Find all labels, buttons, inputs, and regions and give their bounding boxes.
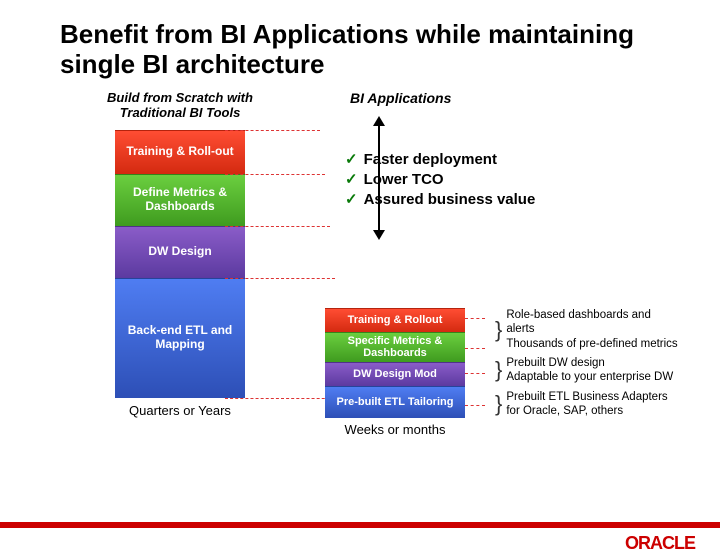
left-stack: Training & Roll-out Define Metrics & Das…	[115, 130, 245, 398]
check-icon: ✓	[345, 171, 358, 188]
footer-bar	[0, 522, 720, 528]
right-stack: Training & Rollout Specific Metrics & Da…	[325, 308, 465, 418]
dashed-line	[225, 174, 325, 175]
desc-item: Prebuilt ETL Business Adapters for Oracl…	[506, 390, 680, 419]
block-sm-training: Training & Rollout	[325, 308, 465, 332]
block-etl: Back-end ETL and Mapping	[115, 278, 245, 398]
benefit-item: ✓Faster deployment	[345, 150, 535, 170]
desc-item: Role-based dashboards and alerts	[506, 308, 680, 337]
right-header: BI Applications	[350, 90, 680, 106]
oracle-logo: ORACLE	[625, 533, 695, 554]
dashed-line	[465, 318, 485, 319]
block-dw: DW Design	[115, 226, 245, 278]
benefit-item: ✓Assured business value	[345, 190, 535, 210]
footer: ORACLE	[0, 520, 720, 560]
dashed-line	[465, 405, 485, 406]
dashed-line	[225, 130, 320, 131]
benefit-item: ✓Lower TCO	[345, 170, 535, 190]
dashed-line	[465, 348, 485, 349]
column-right: BI Applications ✓Faster deployment ✓Lowe…	[320, 90, 680, 106]
page-title: Benefit from BI Applications while maint…	[60, 20, 680, 80]
left-header: Build from Scratch with Traditional BI T…	[80, 90, 280, 121]
block-sm-metrics: Specific Metrics & Dashboards	[325, 332, 465, 362]
desc-item: Thousands of pre-defined metrics	[506, 337, 680, 351]
dashed-line	[225, 278, 335, 279]
descriptions: } Role-based dashboards and alerts Thous…	[495, 308, 680, 424]
brace-icon: }	[495, 361, 502, 379]
benefits-list: ✓Faster deployment ✓Lower TCO ✓Assured b…	[345, 150, 535, 211]
brace-icon: }	[495, 321, 502, 339]
column-left: Build from Scratch with Traditional BI T…	[80, 90, 280, 127]
left-timeline: Quarters or Years	[115, 403, 245, 418]
check-icon: ✓	[345, 191, 358, 208]
desc-item: Prebuilt DW design	[506, 356, 673, 370]
dashed-line	[225, 226, 330, 227]
check-icon: ✓	[345, 151, 358, 168]
right-timeline: Weeks or months	[320, 422, 470, 437]
block-sm-etl: Pre-built ETL Tailoring	[325, 386, 465, 418]
block-metrics: Define Metrics & Dashboards	[115, 174, 245, 226]
brace-icon: }	[495, 395, 502, 413]
dashed-line	[465, 373, 485, 374]
dashed-line	[225, 398, 340, 399]
block-sm-dw: DW Design Mod	[325, 362, 465, 386]
desc-item: Adaptable to your enterprise DW	[506, 370, 673, 384]
block-training: Training & Roll-out	[115, 130, 245, 174]
diagram: Build from Scratch with Traditional BI T…	[60, 90, 690, 480]
